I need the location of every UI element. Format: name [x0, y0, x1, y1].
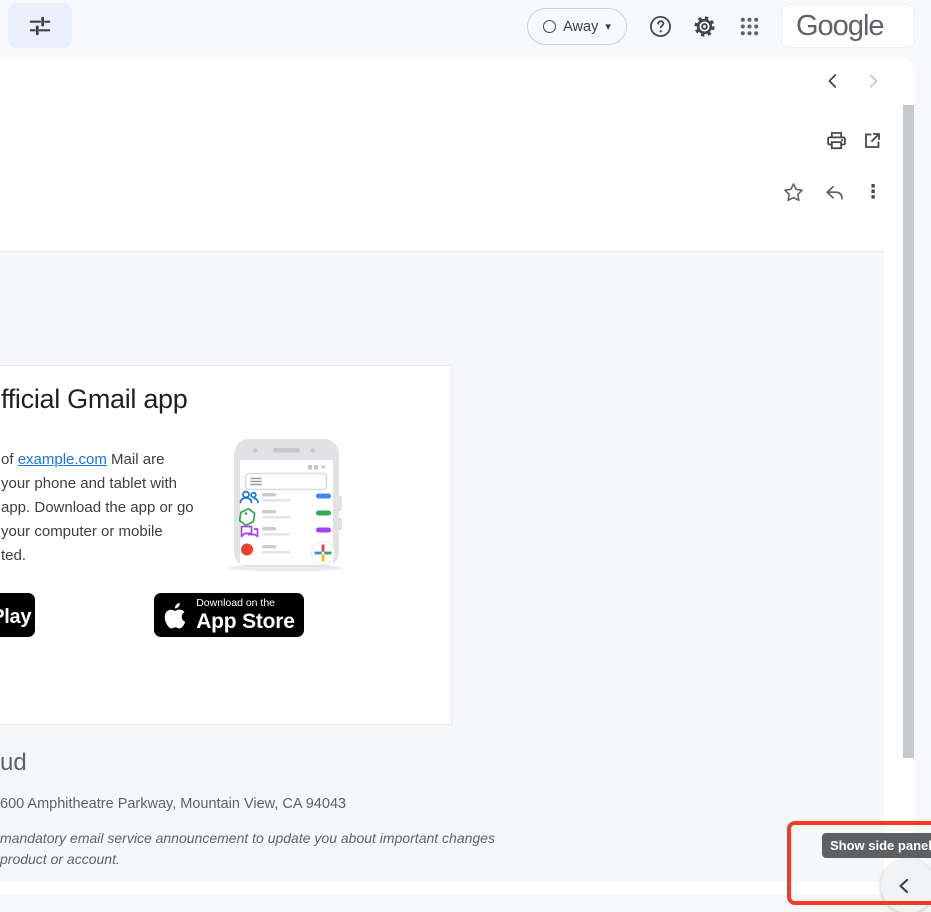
- paragraph-line: your phone and tablet with: [1, 472, 221, 496]
- newer-email-button[interactable]: [813, 61, 853, 101]
- reply-icon: [822, 181, 845, 204]
- footer-address: 600 Amphitheatre Parkway, Mountain View,…: [0, 796, 346, 812]
- show-side-panel-button[interactable]: [881, 859, 931, 912]
- paragraph-line: of example.com Mail are: [1, 448, 221, 472]
- footer-brand: ud: [0, 749, 27, 777]
- open-in-new-button[interactable]: [852, 120, 892, 160]
- chevron-left-icon: [895, 876, 915, 896]
- reading-pane: ⋮ fficial Gmail app of example.com Mail …: [0, 57, 915, 894]
- status-label: Away: [563, 19, 598, 35]
- chevron-left-icon: [824, 72, 842, 90]
- side-panel-tooltip: Show side panel: [822, 833, 931, 858]
- example-link[interactable]: example.com: [18, 451, 107, 468]
- tune-filter-button[interactable]: [8, 3, 72, 48]
- help-icon: [648, 14, 673, 39]
- chevron-right-icon: [864, 72, 882, 90]
- app-store-badge-text: Download on the App Store: [196, 598, 295, 633]
- status-away-icon: [543, 20, 556, 33]
- google-play-badge[interactable]: ON gle Play: [0, 593, 35, 637]
- help-button[interactable]: [640, 6, 680, 46]
- chevron-down-icon: ▾: [605, 20, 611, 33]
- google-logo-box[interactable]: Google: [781, 4, 915, 48]
- promo-card: fficial Gmail app of example.com Mail ar…: [0, 365, 452, 725]
- app-store-badge[interactable]: Download on the App Store: [154, 593, 304, 637]
- star-icon: [782, 181, 805, 204]
- reply-button[interactable]: [813, 172, 853, 212]
- paragraph-line: app. Download the app or go: [1, 496, 221, 520]
- more-vert-icon: ⋮: [864, 181, 883, 203]
- google-logo: Google: [796, 10, 884, 43]
- older-email-button[interactable]: [853, 61, 893, 101]
- paragraph-line: ted.: [1, 544, 221, 568]
- header-bar: Away ▾: [0, 0, 931, 57]
- email-body: fficial Gmail app of example.com Mail ar…: [0, 252, 884, 882]
- email-heading: fficial Gmail app: [1, 384, 187, 415]
- open-in-new-icon: [862, 130, 883, 151]
- apps-grid-icon: [738, 15, 761, 38]
- phone-illustration: [216, 434, 356, 579]
- email-paragraph: of example.com Mail are your phone and t…: [1, 448, 221, 568]
- paragraph-line: your computer or mobile: [1, 520, 221, 544]
- tune-icon: [27, 13, 53, 39]
- scrollbar-thumb[interactable]: [903, 105, 914, 758]
- gmail-window: Away ▾: [0, 0, 931, 912]
- footer-legal: mandatory email service announcement to …: [0, 828, 495, 869]
- print-button[interactable]: [816, 120, 856, 160]
- status-selector[interactable]: Away ▾: [527, 8, 627, 45]
- apps-grid-button[interactable]: [729, 6, 769, 46]
- more-options-button[interactable]: ⋮: [853, 172, 893, 212]
- play-badge-name: gle Play: [0, 606, 31, 629]
- star-button[interactable]: [773, 172, 813, 212]
- gear-icon: [692, 14, 717, 39]
- settings-button[interactable]: [684, 6, 724, 46]
- print-icon: [825, 129, 848, 152]
- apple-icon: [163, 601, 187, 630]
